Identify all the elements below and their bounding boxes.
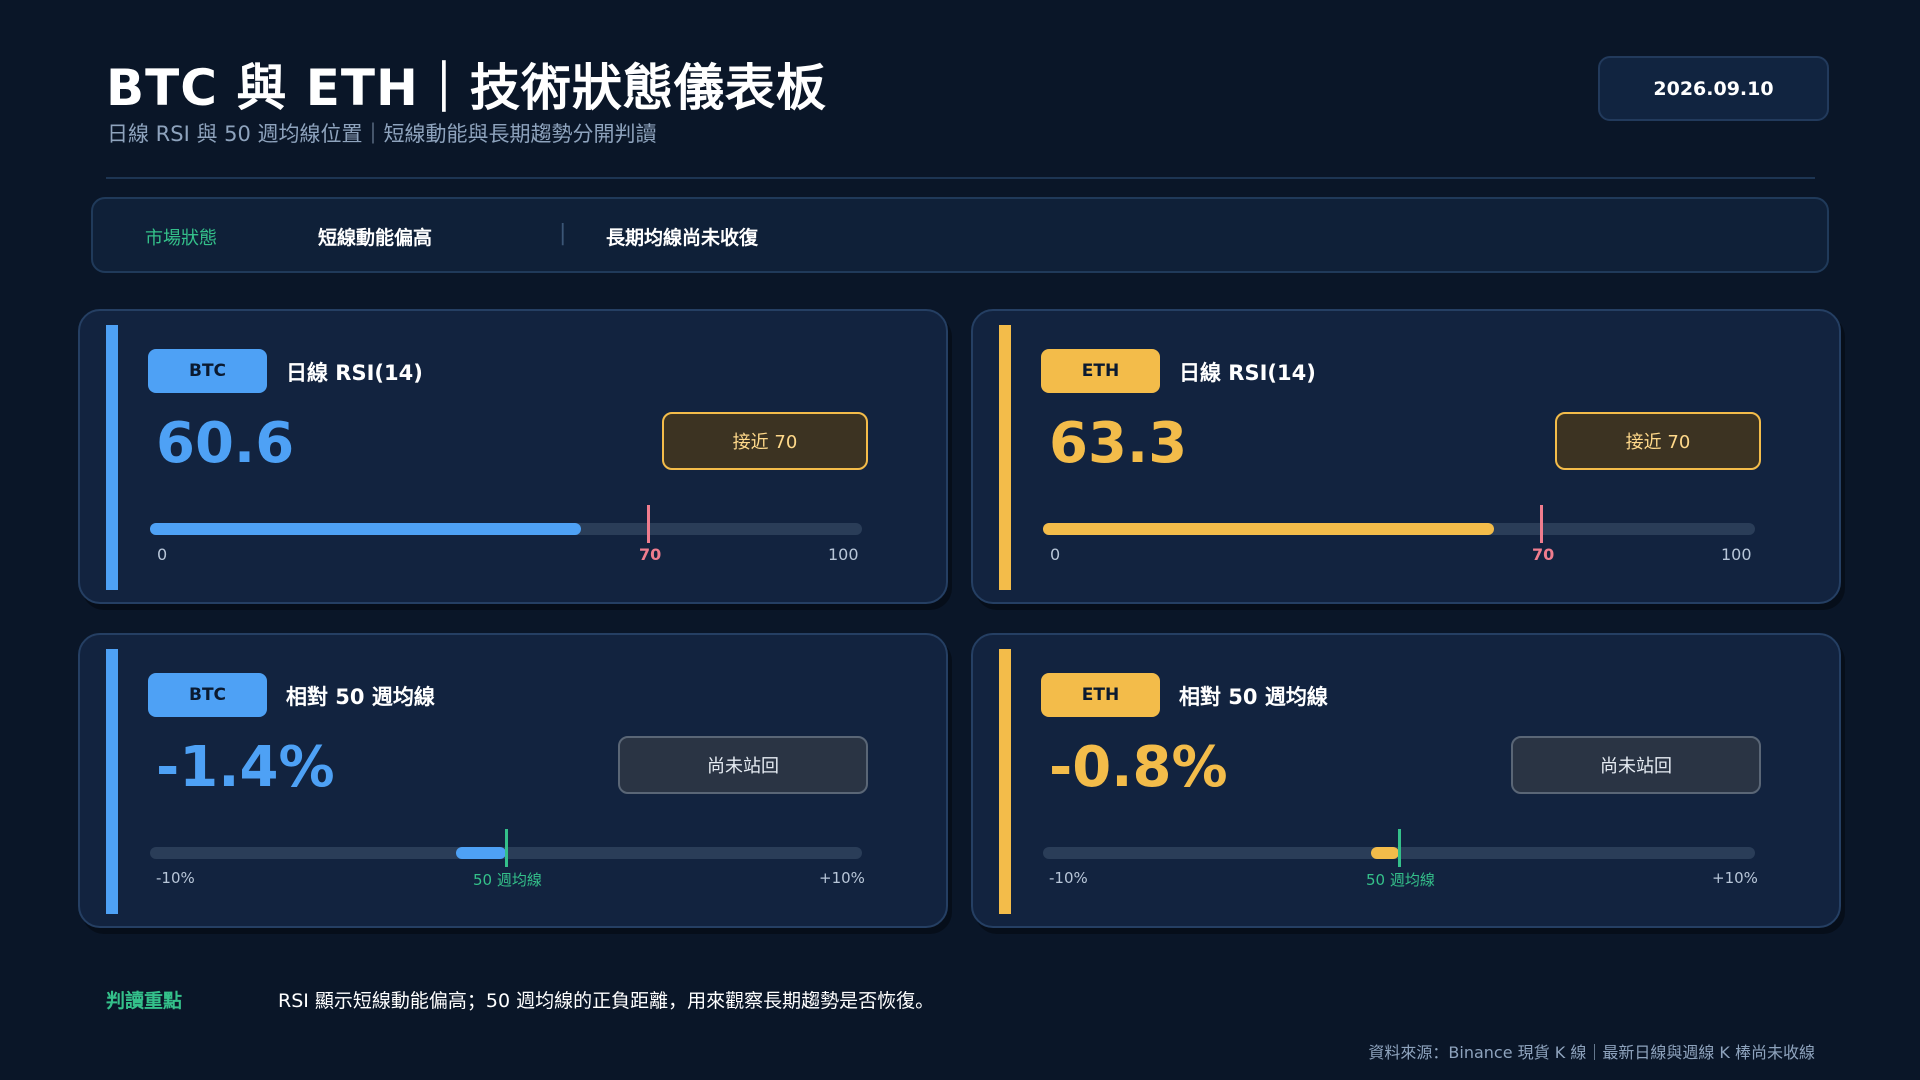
threshold-label: 70 bbox=[1532, 545, 1555, 564]
ma-gauge-track bbox=[150, 829, 862, 867]
card-accent-bar bbox=[999, 649, 1011, 914]
note-text: RSI 顯示短線動能偏高；50 週均線的正負距離，用來觀察長期趨勢是否恢復。 bbox=[278, 990, 935, 1012]
rsi-gauge-track bbox=[150, 505, 862, 543]
eth-ma-card: ETH 相對 50 週均線 -0.8% 尚未站回 -10% 50 週均線 +10… bbox=[971, 633, 1841, 928]
scale-min-label: -10% bbox=[1049, 869, 1088, 887]
rsi-gauge-fill bbox=[1043, 523, 1494, 535]
date-badge: 2026.09.10 bbox=[1598, 56, 1829, 121]
long-term-status: 長期均線尚未收復 bbox=[606, 227, 759, 249]
data-source: 資料來源：Binance 現貨 K 線｜最新日線與週線 K 棒尚未收線 bbox=[1368, 1043, 1815, 1062]
card-accent-bar bbox=[999, 325, 1011, 590]
scale-max-label: 100 bbox=[1721, 545, 1752, 564]
threshold-label: 70 bbox=[639, 545, 662, 564]
asset-tag-btc: BTC bbox=[148, 349, 267, 393]
ma-status-badge: 尚未站回 bbox=[618, 736, 868, 794]
ma-gauge-fill bbox=[1370, 847, 1399, 859]
overbought-threshold-marker bbox=[1540, 505, 1544, 543]
btc-rsi-card: BTC 日線 RSI(14) 60.6 接近 70 0 70 100 bbox=[78, 309, 948, 604]
rsi-status-badge: 接近 70 bbox=[1555, 412, 1761, 470]
metric-label: 相對 50 週均線 bbox=[286, 685, 435, 709]
eth-rsi-card: ETH 日線 RSI(14) 63.3 接近 70 0 70 100 bbox=[971, 309, 1841, 604]
scale-max-label: +10% bbox=[819, 869, 865, 887]
asset-tag-eth: ETH bbox=[1041, 349, 1160, 393]
market-status-label: 市場狀態 bbox=[145, 228, 217, 249]
metric-label: 相對 50 週均線 bbox=[1179, 685, 1328, 709]
ma-distance-value: -1.4% bbox=[156, 735, 335, 800]
ma-center-marker bbox=[505, 829, 508, 867]
card-accent-bar bbox=[106, 649, 118, 914]
rsi-value: 60.6 bbox=[156, 411, 295, 476]
metric-label: 日線 RSI(14) bbox=[1179, 361, 1316, 385]
ma-gauge-fill bbox=[456, 847, 506, 859]
ma-center-label: 50 週均線 bbox=[1366, 871, 1435, 889]
scale-min-label: 0 bbox=[157, 545, 168, 564]
status-separator: | bbox=[559, 221, 567, 246]
short-term-status: 短線動能偏高 bbox=[318, 227, 433, 249]
scale-max-label: +10% bbox=[1712, 869, 1758, 887]
ma-gauge-track bbox=[1043, 829, 1755, 867]
asset-tag-btc: BTC bbox=[148, 673, 267, 717]
rsi-gauge-track bbox=[1043, 505, 1755, 543]
overbought-threshold-marker bbox=[647, 505, 651, 543]
ma-center-label: 50 週均線 bbox=[473, 871, 542, 889]
btc-ma-card: BTC 相對 50 週均線 -1.4% 尚未站回 -10% 50 週均線 +10… bbox=[78, 633, 948, 928]
metric-label: 日線 RSI(14) bbox=[286, 361, 423, 385]
note-label: 判讀重點 bbox=[106, 990, 183, 1012]
header-divider bbox=[106, 177, 1815, 179]
ma-distance-value: -0.8% bbox=[1049, 735, 1228, 800]
scale-max-label: 100 bbox=[828, 545, 859, 564]
rsi-status-badge: 接近 70 bbox=[662, 412, 868, 470]
ma-status-badge: 尚未站回 bbox=[1511, 736, 1761, 794]
card-accent-bar bbox=[106, 325, 118, 590]
asset-tag-eth: ETH bbox=[1041, 673, 1160, 717]
market-status-bar: 市場狀態 短線動能偏高 | 長期均線尚未收復 bbox=[91, 197, 1829, 273]
page-subtitle: 日線 RSI 與 50 週均線位置｜短線動能與長期趨勢分開判讀 bbox=[107, 122, 657, 146]
page-title: BTC 與 ETH｜技術狀態儀表板 bbox=[106, 59, 827, 117]
rsi-value: 63.3 bbox=[1049, 411, 1188, 476]
scale-min-label: -10% bbox=[156, 869, 195, 887]
scale-min-label: 0 bbox=[1050, 545, 1061, 564]
rsi-gauge-fill bbox=[150, 523, 582, 535]
ma-center-marker bbox=[1398, 829, 1401, 867]
